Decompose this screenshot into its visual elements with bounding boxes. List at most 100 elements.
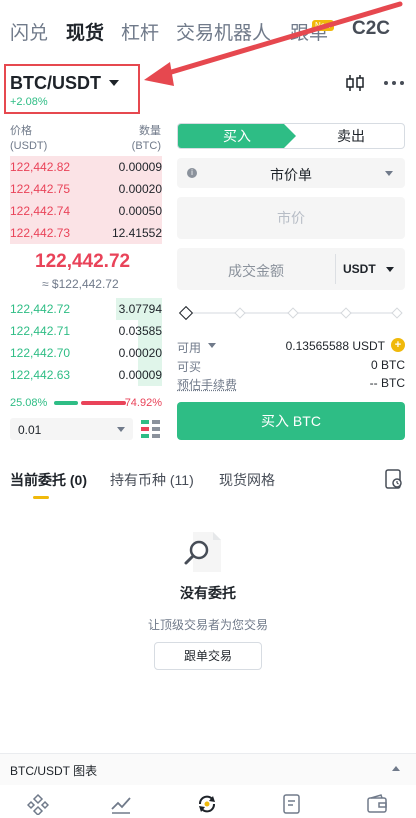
available-label[interactable]: 可用 [177,339,201,356]
price-change: +2.08% [10,96,48,108]
bid-price: 122,442.70 [10,346,71,360]
add-funds-icon[interactable]: + [391,338,405,352]
price-input[interactable]: 市价 [177,197,405,239]
bid-qty: 0.03585 [118,324,162,338]
no-orders-icon [184,532,221,572]
slider-tick[interactable] [340,307,352,319]
home-icon[interactable] [27,793,49,815]
tab-holdings[interactable]: 持有币种 (11) [110,470,194,490]
ask-row[interactable]: 122,442.75 0.00020 [10,178,162,200]
fee-label[interactable]: 预估手续费 [177,376,237,393]
amount-field[interactable]: 成交金额 USDT [177,248,405,290]
slider-thumb[interactable] [178,305,194,321]
bid-qty: 0.00020 [118,346,162,360]
order-type-value: 市价单 [270,167,312,183]
more-icon[interactable] [382,74,406,92]
qty-header-unit: (BTC) [131,140,161,152]
slider-tick[interactable] [391,307,403,319]
can-buy-row: 可买 0 BTC [177,357,405,374]
empty-state-title: 没有委托 [180,585,236,601]
orderbook-price-header: 价格 (USDT) [10,124,47,154]
bid-qty: 0.00009 [118,368,162,382]
last-price-usd: ≈ $122,442.72 [42,277,119,291]
amount-placeholder: 成交金额 [228,263,284,279]
caret-down-icon [109,80,119,86]
tab-convert[interactable]: 闪兑 [10,18,48,45]
ask-qty: 0.00050 [118,204,162,218]
tab-trading-bots[interactable]: 交易机器人 [176,18,271,45]
ask-row[interactable]: 122,442.74 0.00050 [10,200,162,222]
fee-row: 预估手续费 -- BTC [177,375,405,393]
price-header-unit: (USDT) [10,140,48,152]
sell-ratio-bar [81,401,126,405]
qty-header-label: 数量 [139,125,161,137]
ask-price: 122,442.74 [10,204,71,218]
tab-open-orders[interactable]: 当前委托 (0) [10,470,87,490]
amount-unit-select[interactable]: USDT [343,262,376,276]
buy-ratio-bar [54,401,78,405]
buy-ratio: 25.08% [10,397,48,409]
bottom-nav [0,785,416,818]
sell-ratio: 74.92% [124,397,162,409]
ask-row[interactable]: 122,442.82 0.00009 [10,156,162,178]
pair-name: BTC/USDT [10,72,101,93]
tab-margin[interactable]: 杠杆 [121,18,159,45]
new-badge: New [312,20,335,31]
can-buy-value: 0 BTC [370,358,405,372]
ask-row[interactable]: 122,442.73 12.41552 [10,222,162,244]
futures-icon[interactable] [281,793,303,815]
tab-spot[interactable]: 现货 [66,18,104,45]
bid-price: 122,442.71 [10,324,71,338]
copy-trading-button[interactable]: 跟单交易 [154,642,262,670]
order-history-icon[interactable] [385,469,403,489]
chart-toggle-bar[interactable]: BTC/USDT 图表 [0,753,416,785]
buy-sell-ratio: 25.08% 74.92% [10,397,162,411]
divider [335,254,336,284]
slider-tick[interactable] [234,307,246,319]
tab-indicator [33,496,49,499]
bid-price: 122,442.72 [10,302,71,316]
top-tab-bar: 闪兑 现货 杠杆 交易机器人 跟单 C2C [0,18,416,52]
ask-qty: 0.00009 [118,160,162,174]
candlestick-chart-icon[interactable] [345,74,365,92]
sell-tab[interactable]: 卖出 [296,124,404,148]
ask-price: 122,442.82 [10,160,71,174]
bid-price: 122,442.63 [10,368,71,382]
empty-state-subtitle: 让顶级交易者为您交易 [147,618,268,632]
bid-row[interactable]: 122,442.70 0.00020 [10,342,162,364]
can-buy-label: 可买 [177,360,202,374]
fee-value: -- BTC [369,376,405,390]
order-type-select[interactable]: i 市价单 [177,158,405,188]
caret-down-icon [208,343,216,348]
available-row: 可用 0.13565588 USDT + [177,338,405,356]
orderbook-qty-header: 数量 (BTC) [132,124,161,154]
ask-qty: 0.00020 [118,182,162,196]
bid-row[interactable]: 122,442.72 3.07794 [10,298,162,320]
caret-down-icon [385,171,393,176]
caret-down-icon [386,267,394,272]
buy-btc-button[interactable]: 买入 BTC [177,402,405,440]
amount-slider[interactable] [178,305,403,321]
bid-row[interactable]: 122,442.71 0.03585 [10,320,162,342]
ask-price: 122,442.75 [10,182,71,196]
ask-qty: 12.41552 [111,226,162,240]
caret-down-icon [117,427,125,432]
bid-row[interactable]: 122,442.63 0.00009 [10,364,162,386]
wallet-icon[interactable] [366,793,388,815]
precision-value: 0.01 [18,423,42,437]
precision-select[interactable]: 0.01 [10,418,133,440]
caret-up-icon [392,766,400,771]
buy-tab[interactable]: 买入 [178,124,296,148]
pair-selector[interactable]: BTC/USDT [10,72,119,94]
ask-price: 122,442.73 [10,226,71,240]
bid-qty: 3.07794 [118,302,162,316]
chart-bar-label: BTC/USDT 图表 [10,764,98,778]
trade-icon[interactable] [196,793,218,815]
available-value: 0.13565588 USDT [285,339,385,353]
orderbook-layout-icon[interactable] [141,420,160,438]
slider-tick[interactable] [287,307,299,319]
tab-spot-grid[interactable]: 现货网格 [219,470,275,490]
buy-sell-toggle: 买入 卖出 [177,123,405,149]
markets-icon[interactable] [110,793,132,815]
tab-c2c[interactable]: C2C [352,18,390,40]
